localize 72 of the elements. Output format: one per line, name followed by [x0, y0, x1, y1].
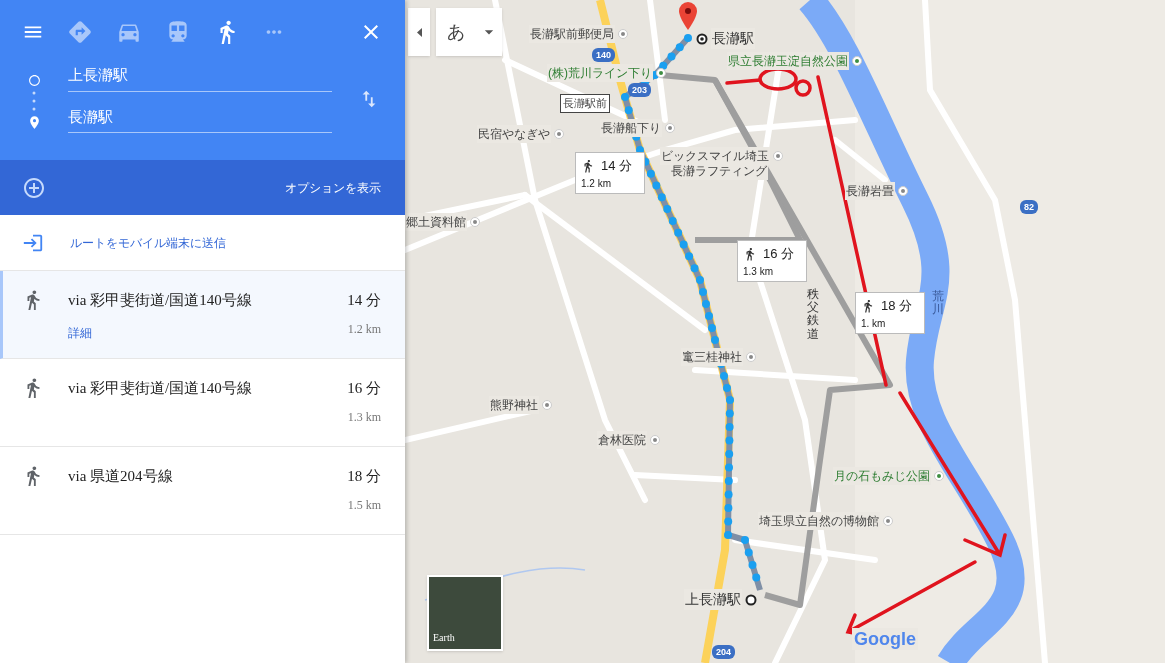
input-tool-button[interactable]: あ: [436, 8, 476, 56]
map-label: 埼玉県立自然の博物館: [758, 512, 880, 530]
place-marker-icon: [542, 400, 552, 410]
route-callout[interactable]: 16 分 1.3 km: [737, 240, 807, 282]
route-option[interactable]: via 彩甲斐街道/国道140号線 16 分 1.3 km: [0, 359, 405, 447]
callout-duration: 18 分: [881, 297, 913, 315]
details-link[interactable]: 詳細: [68, 323, 252, 342]
destination-pin-icon: [679, 2, 697, 30]
place-marker-icon: [898, 186, 908, 196]
bus-stop-label: 長瀞駅前: [560, 94, 610, 113]
map-label: 竃三桂神社: [681, 348, 743, 366]
map-label: 長瀞岩畳: [845, 182, 895, 200]
place-marker-icon: [650, 435, 660, 445]
place-marker-icon: [665, 123, 675, 133]
place-marker-icon: [773, 151, 783, 161]
road-number-shield: 203: [628, 83, 652, 97]
road-number-shield: 82: [1020, 200, 1038, 214]
caret-icon: [416, 27, 422, 37]
station-ring-icon: [745, 593, 757, 606]
callout-distance: 1.3 km: [743, 264, 774, 279]
road-number-shield: 204: [712, 645, 736, 659]
route-duration: 14 分: [347, 291, 381, 310]
station-label: 上長瀞駅: [684, 589, 742, 610]
route-callout[interactable]: 14 分 1.2 km: [575, 152, 645, 194]
place-marker-icon: [883, 516, 893, 526]
map-label: 秩父鉄道: [807, 288, 819, 341]
send-to-phone-link[interactable]: ルートをモバイル端末に送信: [70, 233, 226, 252]
place-marker-icon: [746, 352, 756, 362]
directions-icon[interactable]: [67, 19, 93, 45]
place-marker-icon: [934, 471, 944, 481]
route-option[interactable]: via 彩甲斐街道/国道140号線 詳細 14 分 1.2 km: [0, 271, 405, 359]
route-duration: 18 分: [347, 467, 381, 486]
google-logo: Google: [852, 628, 918, 650]
dotted-connector-icon: [32, 89, 36, 112]
route-name: via 県道204号線: [68, 467, 173, 486]
route-name: via 彩甲斐街道/国道140号線: [68, 379, 252, 398]
route-distance: 1.5 km: [347, 496, 381, 514]
map-label: 月の石もみじ公園: [833, 467, 931, 485]
map-label: 荒川: [932, 290, 944, 317]
route-callout[interactable]: 18 分 1. km: [855, 292, 925, 334]
route-duration: 16 分: [347, 379, 381, 398]
route-option[interactable]: via 県道204号線 18 分 1.5 km: [0, 447, 405, 535]
place-marker-icon: [656, 68, 666, 78]
place-marker-icon: [470, 217, 480, 227]
collapse-panel-button[interactable]: [408, 8, 430, 56]
map-label: 熊野神社: [489, 396, 539, 414]
place-marker-icon: [618, 29, 628, 39]
add-destination-icon[interactable]: [22, 175, 46, 200]
callout-duration: 14 分: [601, 157, 633, 175]
callout-distance: 1.2 km: [581, 176, 612, 191]
map-label: (株)荒川ライン下り: [547, 64, 653, 82]
place-marker-icon: [852, 56, 862, 66]
destination-input-field[interactable]: 長瀞駅: [68, 105, 332, 133]
callout-distance: 1. km: [861, 316, 887, 331]
show-options-link[interactable]: オプションを表示: [285, 178, 381, 197]
map-label: 長瀞駅前郵便局: [529, 25, 615, 43]
map-label: 県立長瀞玉淀自然公園: [727, 52, 849, 70]
road-number-shield: 140: [592, 48, 616, 62]
map-label: 長瀞ラフティング: [670, 162, 768, 180]
callout-duration: 16 分: [763, 245, 795, 263]
earth-view-thumbnail[interactable]: Earth: [427, 575, 503, 651]
origin-input-field[interactable]: 上長瀞駅: [68, 64, 332, 92]
earth-label: Earth: [433, 631, 455, 645]
map-label: 民宿やなぎや: [477, 125, 551, 143]
map-label: 倉林医院: [597, 431, 647, 449]
place-marker-icon: [554, 129, 564, 139]
map-label: ビックスマイル埼玉: [660, 147, 770, 165]
map-label: 郷土資料館: [405, 213, 467, 231]
route-distance: 1.3 km: [347, 408, 381, 426]
route-name: via 彩甲斐街道/国道140号線: [68, 291, 252, 310]
station-ring-icon: [696, 32, 708, 45]
route-distance: 1.2 km: [347, 320, 381, 338]
